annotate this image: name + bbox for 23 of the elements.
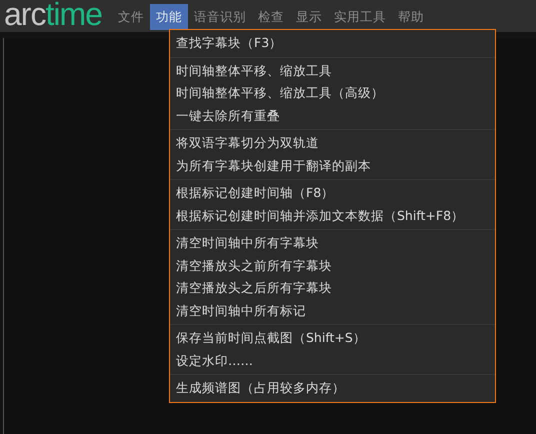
menu-option[interactable]: 清空时间轴中所有字幕块 (170, 232, 495, 254)
menu-option[interactable]: 根据标记创建时间轴并添加文本数据（Shift+F8） (170, 204, 495, 227)
menu-option[interactable]: 将双语字幕切分为双轨道 (170, 132, 495, 154)
menu-option[interactable]: 清空播放头之前所有字幕块 (170, 254, 495, 277)
menu-option[interactable]: 根据标记创建时间轴（F8） (170, 182, 495, 204)
menu-option[interactable]: 时间轴整体平移、缩放工具（高级） (170, 82, 495, 104)
menu-item[interactable]: 实用工具 (328, 4, 392, 30)
menu-option[interactable]: 清空时间轴中所有标记 (170, 300, 495, 322)
menu-option[interactable]: 保存当前时间点截图（Shift+S） (170, 327, 495, 350)
menu-option[interactable]: 生成频谱图（占用较多内存） (170, 377, 495, 400)
menu-item[interactable]: 语音识别 (188, 4, 252, 30)
menu-option[interactable]: 查找字幕块（F3） (170, 32, 495, 54)
menu-option[interactable]: 为所有字幕块创建用于翻译的副本 (170, 154, 495, 177)
menu-item[interactable]: 检查 (252, 4, 290, 30)
menu-option[interactable]: 一键去除所有重叠 (170, 104, 495, 127)
menu-option[interactable]: 时间轴整体平移、缩放工具 (170, 60, 495, 82)
menu-item[interactable]: 文件 (112, 4, 150, 30)
menu-option[interactable]: 清空播放头之后所有字幕块 (170, 277, 495, 300)
app-logo: arctime (4, 0, 102, 30)
menu-option[interactable]: 设定水印…… (170, 350, 495, 372)
menu-item[interactable]: 功能 (150, 4, 188, 30)
menu-item[interactable]: 帮助 (392, 4, 430, 30)
menu-item[interactable]: 显示 (290, 4, 328, 30)
